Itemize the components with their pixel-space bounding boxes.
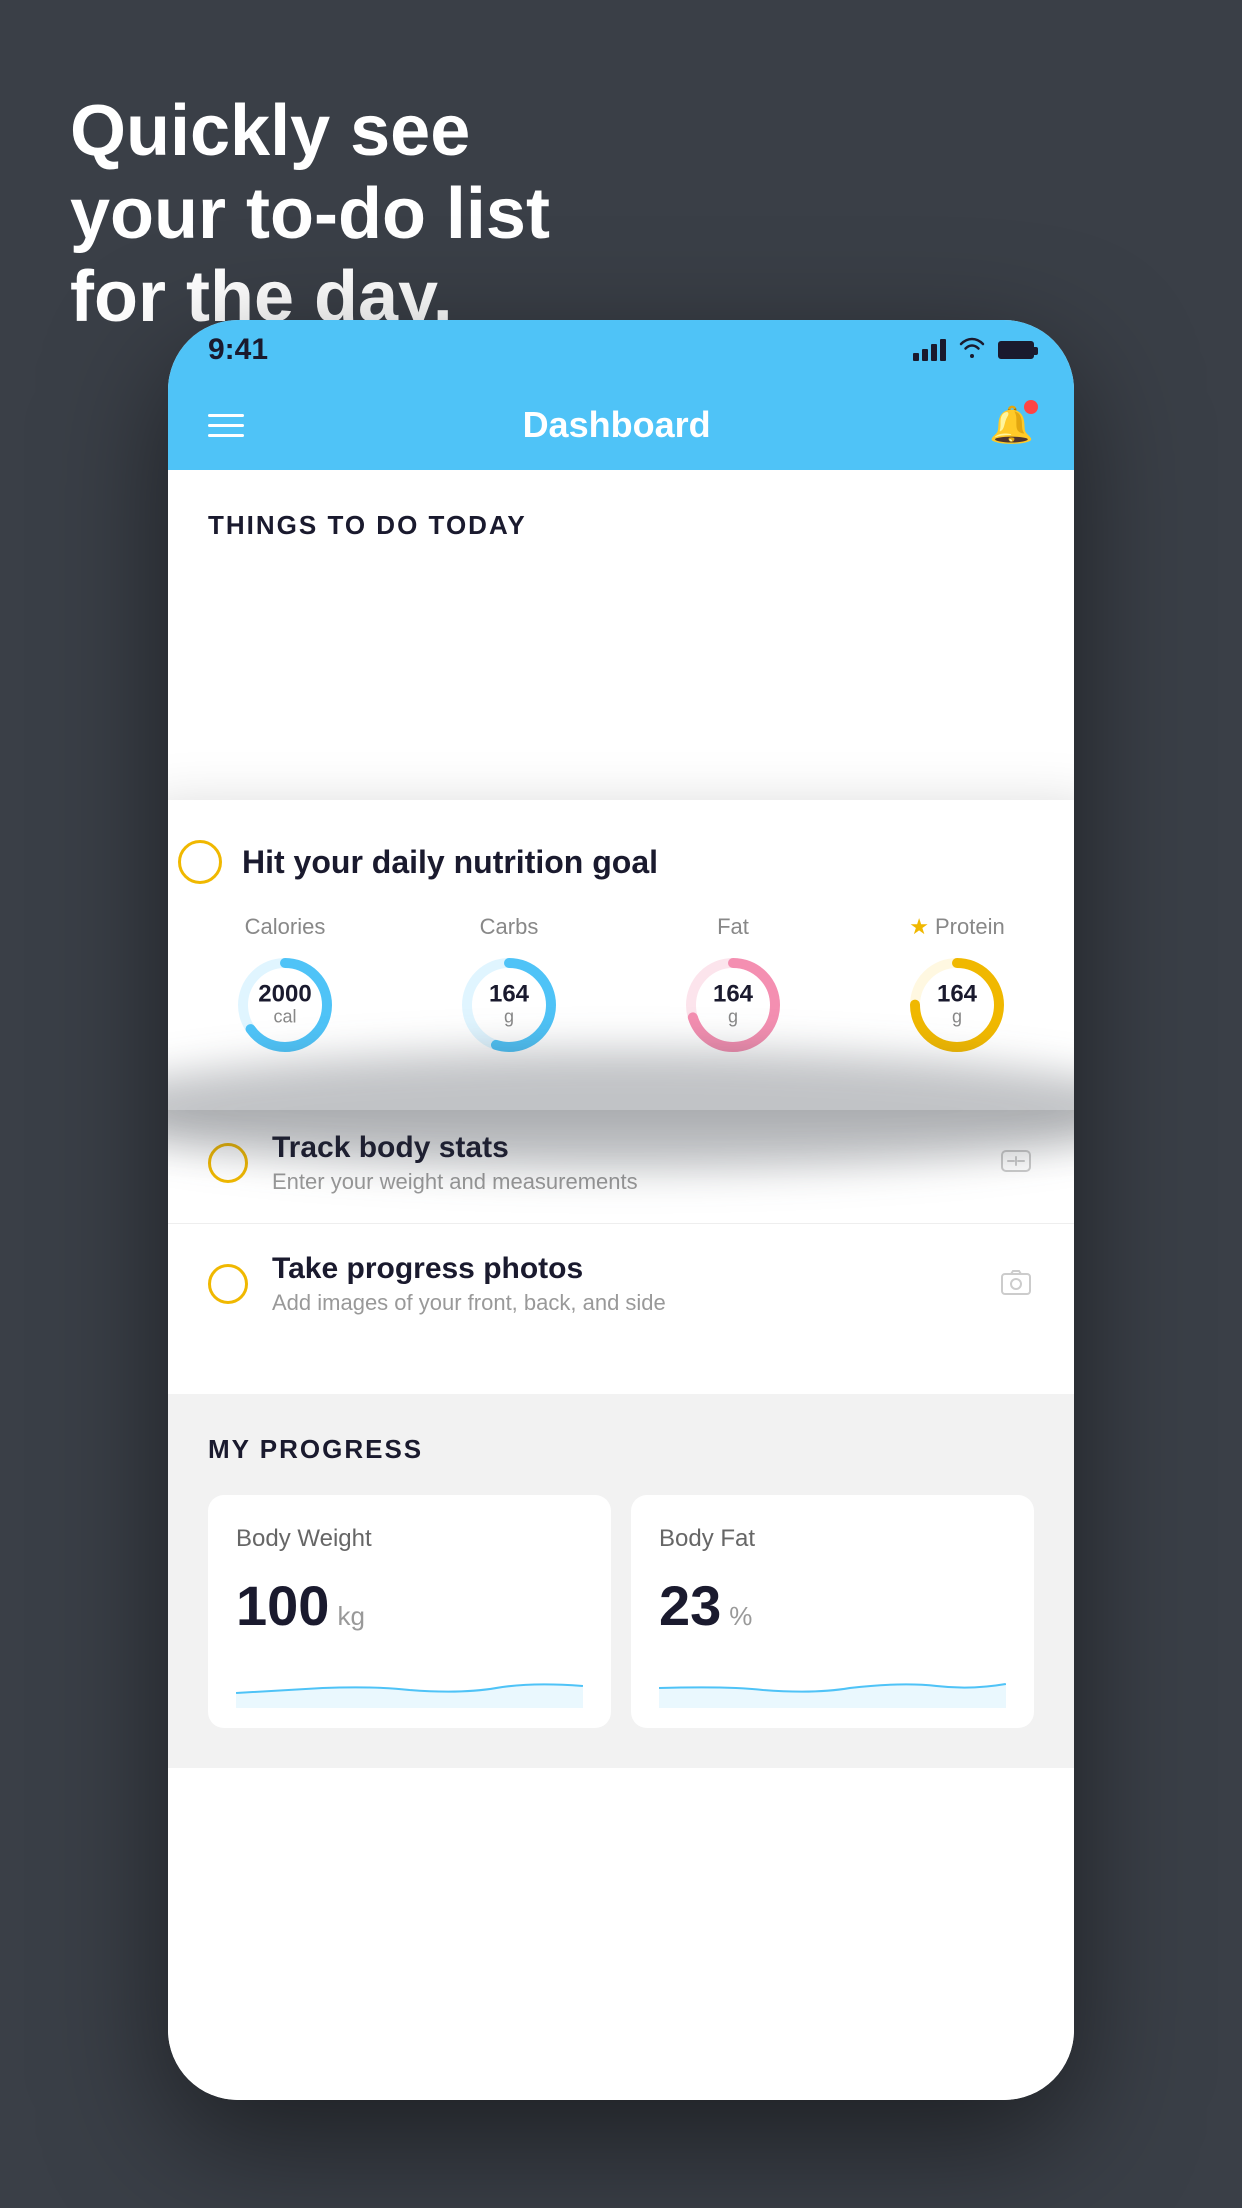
main-content: THINGS TO DO TODAY Hit your daily nutrit… [168, 470, 1074, 2100]
status-bar: 9:41 [168, 320, 1074, 380]
wifi-icon [958, 336, 986, 365]
body-fat-value: 23 [659, 1573, 721, 1638]
calories-value: 2000 [258, 983, 311, 1007]
photos-text: Take progress photos Add images of your … [272, 1252, 978, 1316]
fat-donut: 164 g [678, 950, 788, 1060]
body-fat-card-title: Body Fat [659, 1525, 1006, 1553]
carbs-value: 164 [489, 983, 529, 1007]
body-weight-card[interactable]: Body Weight 100 kg [208, 1495, 611, 1728]
headline-line1: Quickly see [70, 90, 550, 173]
header-title: Dashboard [523, 404, 711, 446]
nutrition-card: Hit your daily nutrition goal Calories [168, 800, 1074, 1110]
my-progress-section: MY PROGRESS Body Weight 100 kg [168, 1394, 1074, 1768]
nutrition-circle-check[interactable] [178, 840, 222, 884]
fat-unit: g [713, 1007, 753, 1028]
body-weight-value-row: 100 kg [236, 1573, 583, 1638]
body-fat-card[interactable]: Body Fat 23 % [631, 1495, 1034, 1728]
protein-value: 164 [937, 983, 977, 1007]
body-weight-unit: kg [337, 1601, 364, 1632]
headline-line2: your to-do list [70, 173, 550, 256]
nutrition-card-title: Hit your daily nutrition goal [242, 844, 658, 881]
progress-header: MY PROGRESS [208, 1434, 1034, 1465]
body-fat-unit: % [729, 1601, 752, 1632]
photos-name: Take progress photos [272, 1252, 978, 1286]
todo-item-photos[interactable]: Take progress photos Add images of your … [168, 1223, 1074, 1344]
body-weight-card-title: Body Weight [236, 1525, 583, 1553]
photos-icon [998, 1263, 1034, 1305]
protein-unit: g [937, 1007, 977, 1028]
calories-label: Calories [245, 914, 326, 940]
battery-icon [998, 341, 1034, 359]
carbs-stat: Carbs 164 g [454, 914, 564, 1060]
body-fat-chart [659, 1658, 1006, 1708]
fat-stat: Fat 164 g [678, 914, 788, 1060]
things-to-do-header: THINGS TO DO TODAY [168, 470, 1074, 561]
body-weight-chart [236, 1658, 583, 1708]
notification-bell-icon[interactable]: 🔔 [989, 404, 1034, 446]
card-shadow [168, 1050, 1074, 1170]
nutrition-stats: Calories 2000 cal [178, 914, 1064, 1060]
spacer [168, 1344, 1074, 1394]
carbs-donut: 164 g [454, 950, 564, 1060]
phone-frame: 9:41 [168, 320, 1074, 2100]
fat-label: Fat [717, 914, 749, 940]
notification-dot [1024, 400, 1038, 414]
calories-stat: Calories 2000 cal [230, 914, 340, 1060]
body-fat-value-row: 23 % [659, 1573, 1006, 1638]
menu-button[interactable] [208, 414, 244, 437]
app-header: Dashboard 🔔 [168, 380, 1074, 470]
photos-circle [208, 1264, 248, 1304]
carbs-unit: g [489, 1007, 529, 1028]
status-time: 9:41 [208, 333, 268, 367]
signal-bars-icon [913, 339, 946, 361]
protein-donut: 164 g [902, 950, 1012, 1060]
body-weight-value: 100 [236, 1573, 329, 1638]
fat-value: 164 [713, 983, 753, 1007]
headline: Quickly see your to-do list for the day. [70, 90, 550, 338]
status-icons [913, 336, 1034, 365]
protein-star-icon: ★ [909, 914, 929, 940]
protein-label: Protein [935, 914, 1005, 940]
carbs-label: Carbs [480, 914, 539, 940]
photos-desc: Add images of your front, back, and side [272, 1290, 978, 1316]
protein-label-row: ★ Protein [909, 914, 1004, 940]
protein-stat: ★ Protein 164 g [902, 914, 1012, 1060]
calories-donut: 2000 cal [230, 950, 340, 1060]
progress-cards: Body Weight 100 kg Bo [208, 1495, 1034, 1728]
body-stats-desc: Enter your weight and measurements [272, 1169, 978, 1195]
calories-unit: cal [258, 1007, 311, 1028]
